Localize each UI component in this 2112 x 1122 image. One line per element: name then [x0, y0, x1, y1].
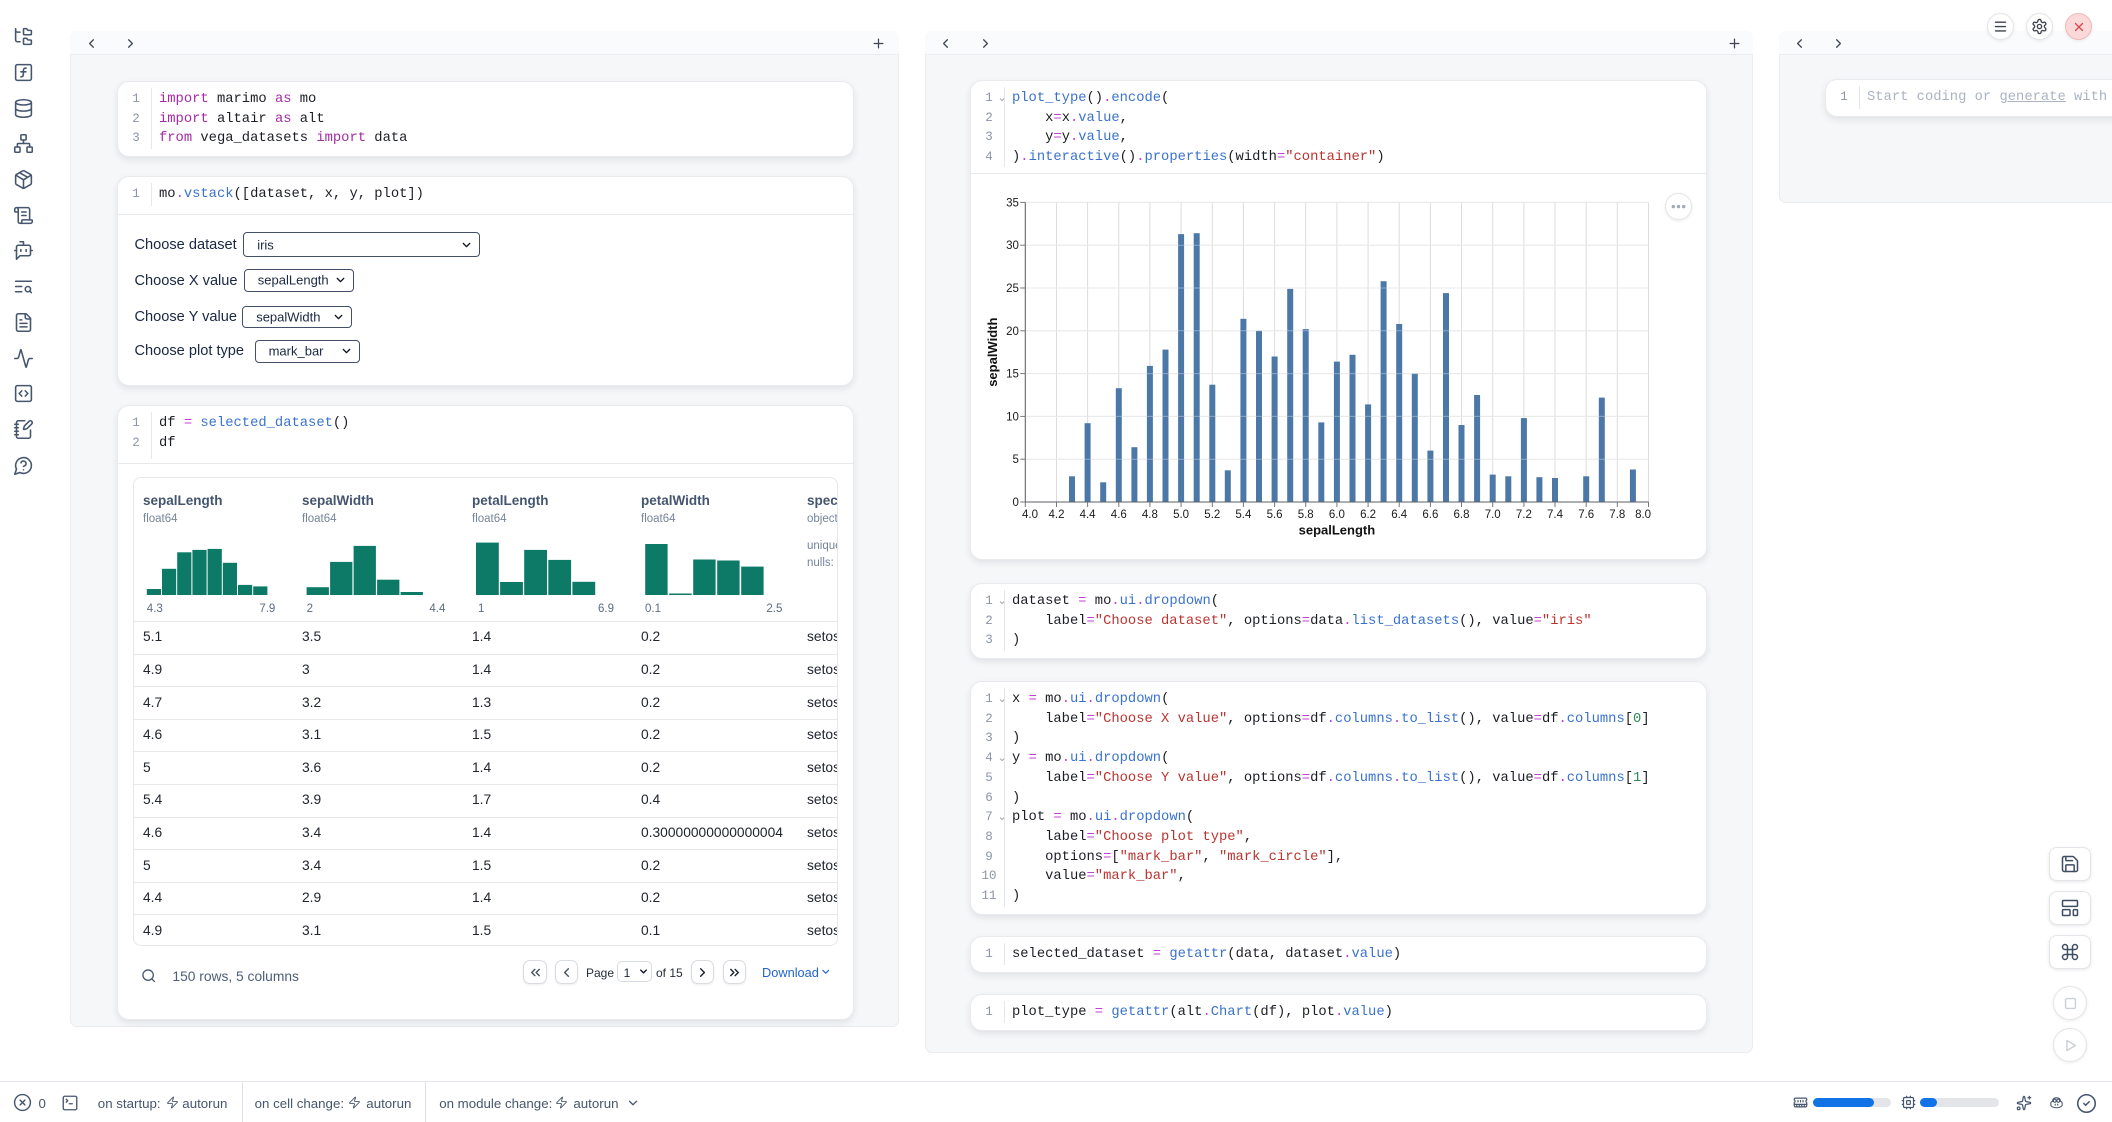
svg-text:5.2: 5.2 — [1204, 509, 1220, 521]
svg-text:6.2: 6.2 — [1360, 509, 1376, 521]
svg-text:6.0: 6.0 — [1329, 509, 1345, 521]
svg-text:5.8: 5.8 — [1298, 509, 1314, 521]
svg-text:6.6: 6.6 — [1422, 509, 1438, 521]
svg-text:20: 20 — [1006, 326, 1019, 338]
svg-text:4.8: 4.8 — [1142, 509, 1158, 521]
svg-text:0: 0 — [1012, 497, 1018, 509]
svg-text:4.2: 4.2 — [1049, 509, 1065, 521]
svg-text:5: 5 — [1012, 454, 1018, 466]
svg-text:7.6: 7.6 — [1578, 509, 1594, 521]
svg-text:sepalLength: sepalLength — [1299, 523, 1376, 538]
svg-text:6.8: 6.8 — [1454, 509, 1470, 521]
svg-text:6.4: 6.4 — [1391, 509, 1408, 521]
svg-text:5.6: 5.6 — [1267, 509, 1283, 521]
svg-text:7.4: 7.4 — [1547, 509, 1564, 521]
svg-text:10: 10 — [1006, 411, 1019, 423]
svg-text:7.0: 7.0 — [1485, 509, 1501, 521]
svg-text:4.4: 4.4 — [1080, 509, 1097, 521]
svg-text:4.0: 4.0 — [1022, 509, 1038, 521]
svg-text:5.4: 5.4 — [1235, 509, 1252, 521]
svg-text:25: 25 — [1006, 283, 1019, 295]
svg-text:7.8: 7.8 — [1609, 509, 1625, 521]
svg-text:5.0: 5.0 — [1173, 509, 1189, 521]
svg-text:4.6: 4.6 — [1111, 509, 1127, 521]
svg-text:sepalWidth: sepalWidth — [985, 318, 1000, 387]
svg-text:7.2: 7.2 — [1516, 509, 1532, 521]
svg-text:15: 15 — [1006, 369, 1019, 381]
svg-text:30: 30 — [1006, 240, 1019, 252]
svg-text:35: 35 — [1006, 197, 1019, 209]
svg-text:8.0: 8.0 — [1635, 509, 1651, 521]
